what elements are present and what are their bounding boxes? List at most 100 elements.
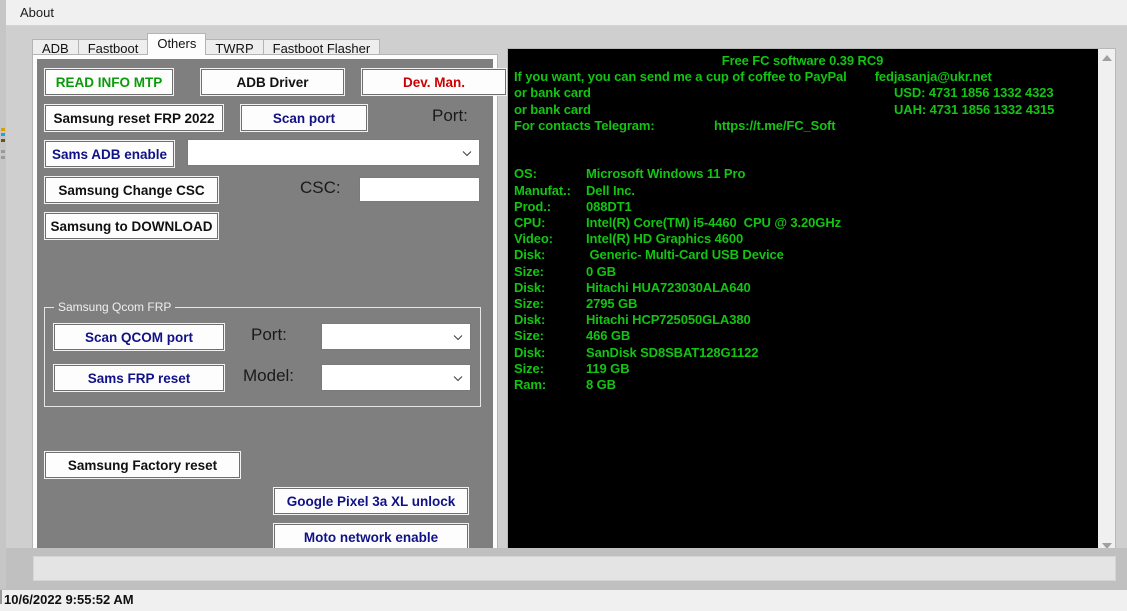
status-bar: 10/6/2022 9:55:52 AM bbox=[0, 589, 1127, 611]
chevron-down-icon bbox=[462, 147, 472, 157]
chevron-down-icon bbox=[453, 331, 463, 341]
console-bank-uah: UAH: 4731 1856 1332 4315 bbox=[894, 102, 1054, 117]
console-info-row: Video:Intel(R) HD Graphics 4600 bbox=[514, 231, 1091, 247]
others-panel-surface: READ INFO MTP ADB Driver Dev. Man. Samsu… bbox=[37, 59, 493, 551]
console-info-key: Disk: bbox=[514, 247, 586, 263]
console-system-info: OS:Microsoft Windows 11 ProManufat.:Dell… bbox=[514, 166, 1091, 393]
console-spacer bbox=[514, 150, 1091, 166]
console-info-row: CPU:Intel(R) Core(TM) i5-4460 CPU @ 3.20… bbox=[514, 215, 1091, 231]
console-info-key: Disk: bbox=[514, 312, 586, 328]
samsung-to-download-button[interactable]: Samsung to DOWNLOAD bbox=[44, 212, 219, 240]
background-window-artifact bbox=[1, 150, 5, 153]
console-scrollbar[interactable] bbox=[1097, 49, 1115, 554]
status-datetime: 10/6/2022 9:55:52 AM bbox=[4, 592, 134, 607]
console-bank-line-1: or bank cardUSD: 4731 1856 1332 4323 bbox=[514, 85, 1091, 101]
console-info-row: Disk:Hitachi HCP725050GLA380 bbox=[514, 312, 1091, 328]
console-info-key: CPU: bbox=[514, 215, 586, 231]
console-info-key: Manufat.: bbox=[514, 183, 586, 199]
csc-label: CSC: bbox=[300, 178, 341, 198]
menu-bar: About bbox=[6, 0, 1127, 26]
console-info-value: Hitachi HCP725050GLA380 bbox=[586, 312, 751, 328]
console-output[interactable]: Free FC software 0.39 RC9 If you want, y… bbox=[508, 49, 1097, 554]
sams-frp-reset-button[interactable]: Sams FRP reset bbox=[53, 364, 225, 392]
console-info-key: Size: bbox=[514, 296, 586, 312]
console-info-value: 466 GB bbox=[586, 328, 630, 344]
samsung-qcom-frp-groupbox: Samsung Qcom FRP Scan QCOM port Port: Sa… bbox=[44, 307, 481, 407]
samsung-qcom-frp-groupbox-title: Samsung Qcom FRP bbox=[54, 300, 175, 314]
console-info-value: 0 GB bbox=[586, 264, 616, 280]
console-contacts-line: For contacts Telegram:https://t.me/FC_So… bbox=[514, 118, 1091, 134]
console-info-row: Ram:8 GB bbox=[514, 377, 1091, 393]
console-title: Free FC software 0.39 RC9 bbox=[514, 53, 1091, 69]
qcom-model-label: Model: bbox=[243, 366, 294, 386]
adb-driver-button[interactable]: ADB Driver bbox=[200, 68, 345, 96]
console-info-key: Size: bbox=[514, 361, 586, 377]
samsung-reset-frp-2022-button[interactable]: Samsung reset FRP 2022 bbox=[44, 104, 224, 132]
application-window: About ADB Fastboot Others TWRP Fastboot … bbox=[6, 0, 1127, 590]
qcom-port-combo[interactable] bbox=[321, 323, 471, 350]
window-body: ADB Fastboot Others TWRP Fastboot Flashe… bbox=[6, 26, 1127, 590]
samsung-factory-reset-button[interactable]: Samsung Factory reset bbox=[44, 451, 241, 479]
console-info-value: Intel(R) HD Graphics 4600 bbox=[586, 231, 743, 247]
moto-network-enable-button[interactable]: Moto network enable bbox=[273, 523, 469, 551]
csc-input[interactable] bbox=[359, 177, 480, 202]
console-info-key: Prod.: bbox=[514, 199, 586, 215]
console-info-value: Dell Inc. bbox=[586, 183, 635, 199]
background-window-artifact bbox=[1, 133, 5, 136]
console-email: fedjasanja@ukr.net bbox=[875, 69, 992, 84]
console-info-row: Prod.:088DT1 bbox=[514, 199, 1091, 215]
console-info-value: Generic- Multi-Card USB Device bbox=[586, 247, 784, 263]
bottom-status-field[interactable] bbox=[33, 556, 1116, 581]
console-info-key: Ram: bbox=[514, 377, 586, 393]
console-bank-label-2: or bank card bbox=[514, 102, 894, 118]
console-info-row: Disk:SanDisk SD8SBAT128G1122 bbox=[514, 345, 1091, 361]
tab-panel: ADB Fastboot Others TWRP Fastboot Flashe… bbox=[32, 33, 498, 556]
console-info-key: Size: bbox=[514, 328, 586, 344]
scan-qcom-port-button[interactable]: Scan QCOM port bbox=[53, 323, 225, 351]
menu-item-about[interactable]: About bbox=[6, 2, 68, 24]
samsung-change-csc-button[interactable]: Samsung Change CSC bbox=[44, 176, 219, 204]
read-info-mtp-button[interactable]: READ INFO MTP bbox=[44, 68, 174, 96]
tab-others[interactable]: Others bbox=[147, 33, 206, 55]
console-bank-usd: USD: 4731 1856 1332 4323 bbox=[894, 85, 1054, 100]
console-info-value: SanDisk SD8SBAT128G1122 bbox=[586, 345, 758, 361]
qcom-model-combo[interactable] bbox=[321, 364, 471, 391]
google-pixel-3a-xl-unlock-button[interactable]: Google Pixel 3a XL unlock bbox=[273, 487, 469, 515]
console-contacts-label: For contacts Telegram: bbox=[514, 118, 714, 134]
console-info-value: 2795 GB bbox=[586, 296, 637, 312]
console-info-value: 119 GB bbox=[586, 361, 630, 377]
console-donate-line: If you want, you can send me a cup of co… bbox=[514, 69, 1091, 85]
console-info-value: 088DT1 bbox=[586, 199, 632, 215]
console-info-key: Size: bbox=[514, 264, 586, 280]
background-window-artifact bbox=[1, 128, 5, 131]
console-info-key: OS: bbox=[514, 166, 586, 182]
console-info-row: Size:0 GB bbox=[514, 264, 1091, 280]
console-telegram-link: https://t.me/FC_Soft bbox=[714, 118, 836, 133]
sams-adb-enable-button[interactable]: Sams ADB enable bbox=[44, 140, 175, 168]
console-info-row: Disk:Hitachi HUA723030ALA640 bbox=[514, 280, 1091, 296]
chevron-down-icon bbox=[453, 372, 463, 382]
background-window-artifact bbox=[1, 156, 5, 159]
scroll-up-arrow-icon[interactable] bbox=[1098, 49, 1115, 66]
console-bank-line-2: or bank cardUAH: 4731 1856 1332 4315 bbox=[514, 102, 1091, 118]
console-info-row: Size:2795 GB bbox=[514, 296, 1091, 312]
console-donate-text: If you want, you can send me a cup of co… bbox=[514, 69, 847, 84]
console-info-value: Microsoft Windows 11 Pro bbox=[586, 166, 745, 182]
console-info-row: OS:Microsoft Windows 11 Pro bbox=[514, 166, 1091, 182]
console-info-value: Hitachi HUA723030ALA640 bbox=[586, 280, 751, 296]
dev-man-button[interactable]: Dev. Man. bbox=[361, 68, 507, 96]
port-combo[interactable] bbox=[187, 139, 480, 166]
tab-strip: ADB Fastboot Others TWRP Fastboot Flashe… bbox=[32, 33, 379, 55]
status-bar-tick bbox=[0, 590, 2, 604]
port-label: Port: bbox=[432, 106, 468, 126]
bottom-strip bbox=[6, 548, 1127, 590]
console-panel: Free FC software 0.39 RC9 If you want, y… bbox=[507, 48, 1116, 555]
console-info-value: Intel(R) Core(TM) i5-4460 CPU @ 3.20GHz bbox=[586, 215, 841, 231]
tab-content-others: READ INFO MTP ADB Driver Dev. Man. Samsu… bbox=[32, 54, 498, 556]
console-spacer bbox=[514, 134, 1091, 150]
qcom-port-label: Port: bbox=[251, 325, 287, 345]
console-info-row: Disk: Generic- Multi-Card USB Device bbox=[514, 247, 1091, 263]
console-info-key: Disk: bbox=[514, 345, 586, 361]
scan-port-button[interactable]: Scan port bbox=[240, 104, 368, 132]
console-info-row: Manufat.:Dell Inc. bbox=[514, 183, 1091, 199]
